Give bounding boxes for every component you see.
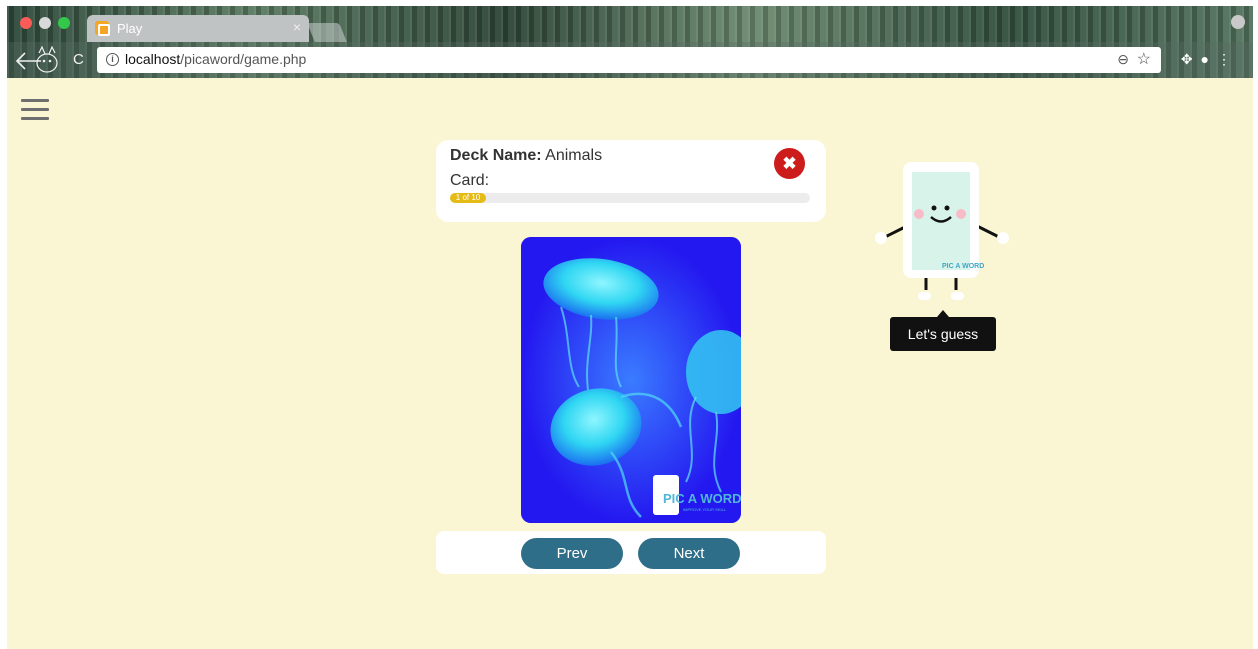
mascot-brand-text: PIC A WORD xyxy=(942,263,984,270)
hamburger-menu-icon[interactable] xyxy=(21,99,49,121)
deck-info-card: Deck Name: Animals Card: ✖ xyxy=(436,140,826,222)
phone-mascot-icon: PIC A WORD xyxy=(875,162,1009,300)
browser-toolbar: C i localhost/picaword/game.php ⊖ ☆ ✥●⋮ xyxy=(7,42,1253,78)
progress-bar: 1 of 10 xyxy=(450,193,810,203)
next-button[interactable]: Next xyxy=(638,538,740,569)
prev-button[interactable]: Prev xyxy=(521,538,623,569)
site-favicon-icon xyxy=(95,21,110,36)
zoom-icon[interactable]: ⊖ xyxy=(1117,51,1129,68)
extension-icons[interactable]: ✥●⋮ xyxy=(1181,51,1239,68)
progress-fill: 1 of 10 xyxy=(450,193,486,203)
card-brand-text: PIC A WORD xyxy=(663,491,741,506)
card-brand-tagline: IMPROVE YOUR SKILL xyxy=(683,507,727,512)
reload-icon[interactable]: C xyxy=(73,51,84,68)
deck-name-label: Deck Name: xyxy=(450,147,542,164)
card-navigation: Prev Next xyxy=(436,531,826,574)
page-content: Deck Name: Animals Card: ✖ PIC A WORD IM… xyxy=(7,78,1253,649)
minimize-window-button[interactable] xyxy=(39,17,51,29)
deck-name: Deck Name: Animals xyxy=(450,147,602,165)
address-bar[interactable]: i localhost/picaword/game.php ⊖ ☆ xyxy=(97,47,1161,73)
back-button[interactable] xyxy=(11,45,63,77)
profile-icon[interactable] xyxy=(1231,15,1245,29)
maximize-window-button[interactable] xyxy=(58,17,70,29)
close-game-button[interactable]: ✖ xyxy=(774,148,805,179)
url-text: localhost/picaword/game.php xyxy=(125,51,307,67)
card-label: Card: xyxy=(450,172,490,189)
site-info-icon[interactable]: i xyxy=(106,53,119,66)
bookmark-star-icon[interactable]: ☆ xyxy=(1137,49,1151,69)
tab-close-icon[interactable]: × xyxy=(293,19,301,35)
mascot-tooltip: Let's guess xyxy=(890,310,996,351)
close-window-button[interactable] xyxy=(20,17,32,29)
tab-title: Play xyxy=(117,21,143,36)
browser-chrome: Play × C i localhost/picaword/game.php ⊖… xyxy=(7,6,1253,78)
jellyfish-icon: PIC A WORD IMPROVE YOUR SKILL xyxy=(521,237,741,523)
deck-name-value: Animals xyxy=(545,147,603,164)
card-image: PIC A WORD IMPROVE YOUR SKILL xyxy=(521,237,741,523)
browser-tab[interactable]: Play × xyxy=(87,15,309,42)
